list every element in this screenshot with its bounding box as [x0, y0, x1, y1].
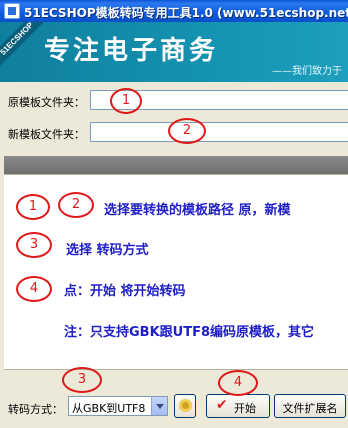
target-folder-label: 新模板文件夹：: [8, 128, 85, 141]
annotation-marker-2b: 2: [58, 192, 94, 218]
annotation-marker-3b: 3: [62, 367, 102, 393]
banner: 51ECSHOP 专注电子商务 ——我们致力于: [0, 22, 348, 82]
source-folder-row: 原模板文件夹：: [0, 88, 348, 114]
info-line-4: 注：只支持GBK跟UTF8编码原模板，其它: [64, 325, 315, 340]
title-bar[interactable]: 51ECSHOP模板转码专用工具1.0 (www.51ecshop.net): [0, 0, 348, 22]
annotation-marker-1b: 1: [16, 194, 50, 220]
start-button[interactable]: ✔ 开始: [206, 394, 270, 418]
banner-tagline: ——我们致力于: [272, 66, 342, 77]
gear-icon: [179, 399, 192, 412]
info-line-2: 选择 转码方式: [66, 243, 149, 258]
annotation-marker-2: 2: [168, 118, 206, 144]
banner-slogan: 专注电子商务: [44, 36, 219, 66]
settings-button[interactable]: [174, 394, 196, 418]
annotation-marker-1: 1: [110, 88, 142, 114]
target-folder-input[interactable]: [90, 122, 348, 142]
chevron-down-icon[interactable]: [151, 397, 167, 415]
bottom-toolbar: 转码方式： 从GBK到UTF8 ✔ 开始 文件扩展名: [0, 392, 348, 428]
mode-select[interactable]: 从GBK到UTF8: [68, 396, 168, 416]
annotation-marker-4: 4: [16, 276, 52, 302]
file-extension-button[interactable]: 文件扩展名: [274, 394, 346, 418]
source-folder-label: 原模板文件夹：: [8, 96, 85, 109]
start-button-label: 开始: [234, 402, 256, 415]
checkmark-icon: ✔: [216, 397, 228, 413]
banner-ribbon: 51ECSHOP: [0, 22, 47, 69]
info-line-1: 选择要转换的模板路径 原，新模: [104, 203, 291, 218]
annotation-marker-3: 3: [16, 232, 52, 258]
mode-label: 转码方式：: [8, 403, 63, 416]
info-panel-header: [4, 156, 348, 174]
mode-select-value: 从GBK到UTF8: [72, 402, 146, 415]
file-extension-label: 文件扩展名: [282, 402, 338, 415]
info-line-3: 点：开始 将开始转码: [64, 284, 186, 299]
app-icon: [4, 3, 20, 19]
window-title: 51ECSHOP模板转码专用工具1.0 (www.51ecshop.net): [24, 6, 348, 20]
info-panel: 选择要转换的模板路径 原，新模 选择 转码方式 点：开始 将开始转码 注：只支持…: [4, 174, 348, 370]
annotation-marker-4b: 4: [218, 370, 258, 396]
